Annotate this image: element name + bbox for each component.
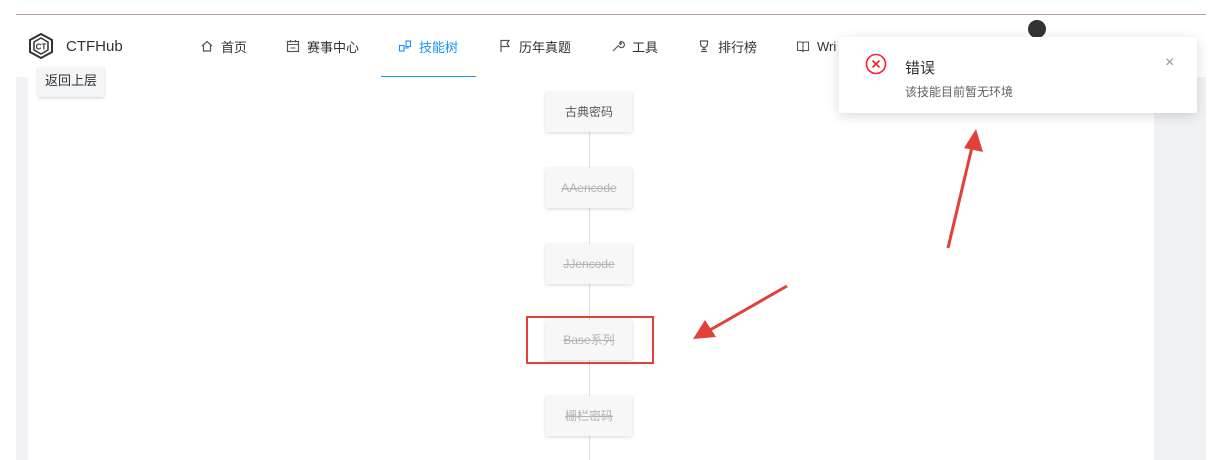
book-icon [796, 41, 810, 53]
brand[interactable]: CT CTFHub [28, 33, 123, 59]
annotation-highlight-box [526, 316, 654, 364]
nav-item-label: 历年真题 [519, 39, 572, 55]
skill-node-rail-fence[interactable]: 栅栏密码 [546, 396, 632, 436]
nav-item-leaderboard[interactable]: 排行榜 [697, 15, 757, 77]
nav-item-writeup[interactable]: Wri [796, 15, 836, 77]
nav-item-events[interactable]: 赛事中心 [286, 15, 359, 77]
nav-item-home[interactable]: 首页 [200, 15, 247, 77]
wrench-icon [612, 41, 625, 52]
nav-item-label: Wri [817, 38, 837, 54]
error-notification: 错误 该技能目前暂无环境 × [839, 37, 1197, 113]
nav-item-skill-tree[interactable]: 技能树 [380, 15, 477, 78]
back-button[interactable]: 返回上层 [38, 67, 104, 97]
nav-item-label: 排行榜 [718, 39, 758, 55]
nav-item-label: 工具 [632, 39, 659, 55]
skill-tree-icon [398, 40, 412, 52]
nav-item-label: 首页 [221, 39, 248, 55]
nav-item-label: 赛事中心 [307, 39, 360, 55]
close-icon[interactable]: × [1165, 55, 1174, 71]
error-circle-icon [865, 53, 887, 75]
trophy-icon [699, 40, 709, 53]
nav-item-label: 技能树 [419, 39, 459, 55]
notification-message: 该技能目前暂无环境 [905, 85, 1014, 99]
home-icon [201, 40, 213, 52]
notification-title: 错误 [905, 60, 936, 77]
nav-item-past-problems[interactable]: 历年真题 [498, 15, 571, 77]
flag-icon [500, 39, 511, 52]
user-avatar[interactable] [1028, 20, 1046, 38]
brand-name: CTFHub [66, 37, 123, 55]
nav-item-tools[interactable]: 工具 [611, 15, 658, 77]
skill-node-jjencode[interactable]: JJencode [546, 244, 632, 284]
skill-node-classical-cipher[interactable]: 古典密码 [546, 92, 632, 132]
skill-node-aaencode[interactable]: AAencode [546, 168, 632, 208]
ctfhub-logo-icon: CT [29, 33, 53, 59]
svg-text:CT: CT [36, 43, 47, 52]
calendar-icon [286, 40, 300, 53]
